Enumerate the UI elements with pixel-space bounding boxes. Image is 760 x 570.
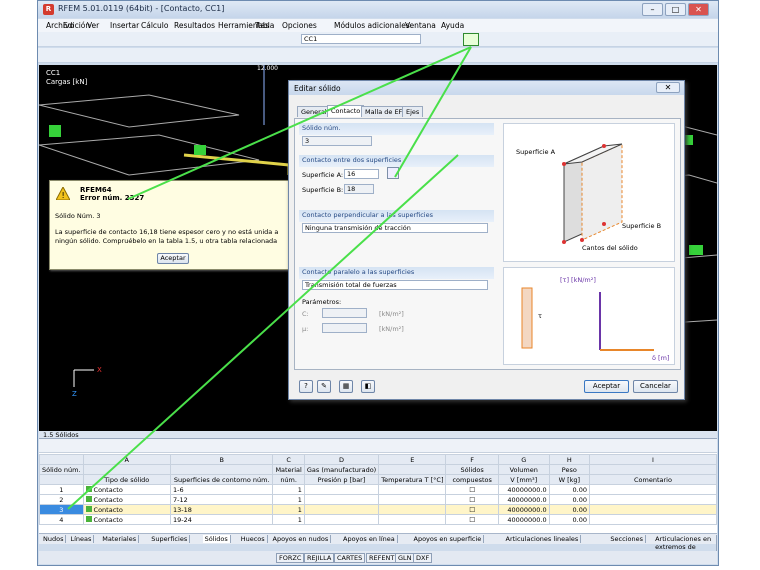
arrow-to-pick [394,46,472,178]
arrow-to-row [67,154,459,510]
app-window: R RFEM 5.01.0119 (64bit) - [Contacto, CC… [37,0,719,566]
annotation-arrows [67,46,472,510]
arrow-to-error [127,46,472,200]
